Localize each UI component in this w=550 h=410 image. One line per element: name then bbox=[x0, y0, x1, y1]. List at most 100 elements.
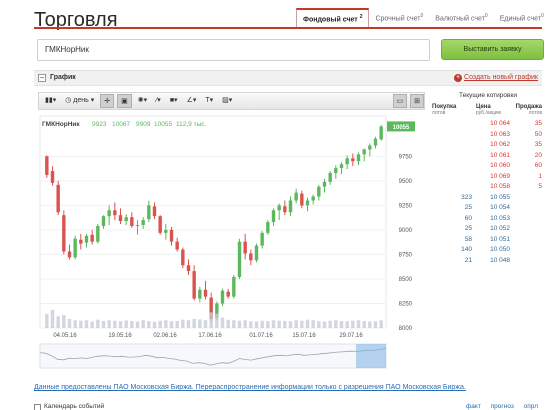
y-tick-label: 8250 bbox=[399, 301, 413, 307]
report-link[interactable]: опрл bbox=[524, 403, 538, 410]
quote-row[interactable]: 10 060 60 bbox=[432, 161, 544, 172]
legend-close: 10055 bbox=[154, 121, 172, 128]
events-toggle[interactable] bbox=[34, 404, 41, 410]
forecast-link[interactable]: прогноз bbox=[491, 403, 514, 410]
buy-subheader: лотов bbox=[432, 110, 446, 116]
volume-bar bbox=[113, 320, 117, 328]
quote-price: 10 062 bbox=[490, 141, 510, 148]
candle-body bbox=[260, 232, 264, 246]
quote-sell: 35 bbox=[534, 120, 542, 127]
collapse-icon[interactable]: − bbox=[38, 74, 46, 82]
legend-high: 10067 bbox=[112, 121, 130, 128]
quote-sell bbox=[510, 224, 542, 235]
account-tabs: Фондовый счет 2 Срочный счет0 Валютный с… bbox=[296, 8, 550, 28]
candle-body bbox=[118, 215, 123, 222]
quote-buy: 60 bbox=[464, 214, 472, 222]
quote-price: 10 055 bbox=[490, 193, 510, 201]
volume-bar bbox=[356, 320, 361, 328]
y-tick-label: 8000 bbox=[399, 326, 413, 332]
quote-sell: 20 bbox=[534, 151, 542, 159]
legend-ticker: ГМКНорНик bbox=[42, 121, 80, 128]
y-tick-label: 9750 bbox=[399, 154, 413, 160]
y-tick-label: 9000 bbox=[399, 228, 413, 234]
candle-body bbox=[113, 210, 117, 216]
volume-bar bbox=[379, 320, 383, 328]
volume-bar bbox=[243, 320, 247, 328]
quote-row[interactable]: 25 10 052 bbox=[432, 224, 544, 235]
x-tick-label: 17.06.16 bbox=[198, 333, 222, 339]
candle-body bbox=[294, 192, 298, 201]
volume-bar bbox=[181, 319, 185, 328]
volume-bar bbox=[288, 321, 293, 328]
quote-buy: 25 bbox=[464, 225, 472, 232]
y-tick-label: 8750 bbox=[399, 252, 413, 258]
quote-row[interactable]: 10 058 5 bbox=[432, 182, 544, 193]
quote-price: 10 048 bbox=[490, 256, 510, 264]
volume-bar bbox=[158, 320, 162, 328]
volume-bar bbox=[198, 319, 202, 328]
current-price-label: 10055 bbox=[393, 125, 410, 131]
tab-currency-account[interactable]: Валютный счет0 bbox=[429, 8, 493, 28]
quote-sell: 35 bbox=[534, 141, 542, 148]
volume-bar bbox=[277, 320, 281, 328]
sell-subheader: лотов bbox=[528, 110, 542, 116]
volume-bar bbox=[220, 317, 225, 328]
events-label: Календарь событий bbox=[44, 403, 105, 410]
volume-bar bbox=[175, 320, 179, 328]
legend-open: 9923 bbox=[92, 121, 107, 128]
quote-row[interactable]: 58 10 051 bbox=[432, 235, 544, 246]
quote-sell: 5 bbox=[538, 183, 542, 190]
candle-body bbox=[232, 276, 236, 297]
price-chart[interactable]: ГМКНорНик 9923 10067 9909 10055 112,9 тыс.975… bbox=[34, 88, 429, 374]
place-order-button[interactable]: Выставить заявку bbox=[441, 39, 544, 60]
tab-stock-account[interactable]: Фондовый счет 2 bbox=[296, 8, 370, 28]
candle-body bbox=[175, 241, 179, 250]
data-source-link[interactable]: Данные предоставлены ПАО Московская Бирж… bbox=[34, 384, 466, 391]
create-chart-link[interactable]: + Создать новый график bbox=[454, 74, 538, 82]
candle-body bbox=[90, 234, 94, 242]
y-tick-label: 9250 bbox=[399, 203, 413, 209]
candle-body bbox=[356, 154, 361, 162]
quote-row[interactable]: 60 10 053 bbox=[432, 214, 544, 225]
volume-bar bbox=[169, 321, 174, 328]
volume-bar bbox=[260, 320, 264, 328]
instrument-search-input[interactable]: ГМКНорНик bbox=[37, 39, 430, 61]
volume-bar bbox=[73, 320, 77, 328]
volume-bar bbox=[101, 320, 106, 328]
candle-body bbox=[311, 196, 315, 201]
quote-row[interactable]: 323 10 055 bbox=[432, 193, 544, 204]
y-tick-label: 9500 bbox=[399, 179, 413, 185]
tab-divider bbox=[34, 27, 542, 29]
candle-body bbox=[169, 229, 174, 242]
candle-body bbox=[164, 229, 168, 233]
quote-sell bbox=[510, 245, 542, 256]
tab-futures-account[interactable]: Срочный счет0 bbox=[369, 8, 429, 28]
quote-row[interactable]: 21 10 048 bbox=[432, 256, 544, 267]
quote-buy bbox=[432, 151, 472, 162]
quote-row[interactable]: 25 10 054 bbox=[432, 203, 544, 214]
quote-buy bbox=[432, 172, 472, 183]
fact-link[interactable]: факт bbox=[466, 403, 481, 410]
quote-row[interactable]: 140 10 050 bbox=[432, 245, 544, 256]
candle-body bbox=[266, 222, 270, 233]
quote-buy: 140 bbox=[461, 246, 472, 253]
quote-row[interactable]: 10 062 35 bbox=[432, 140, 544, 151]
x-tick-label: 02.06.16 bbox=[153, 333, 177, 339]
volume-bar bbox=[192, 318, 196, 328]
legend-volume: 112,9 тыс. bbox=[176, 121, 206, 128]
volume-bar bbox=[203, 320, 208, 328]
chart-panel-header: − График + Создать новый график bbox=[34, 70, 542, 86]
navigator-window bbox=[356, 344, 386, 368]
volume-bar bbox=[300, 320, 304, 328]
quote-price: 10 051 bbox=[490, 235, 510, 243]
quote-row[interactable]: 10 064 35 bbox=[432, 119, 544, 130]
tab-unified-account[interactable]: Единый счет0 bbox=[494, 8, 550, 28]
quote-row[interactable]: 10 063 50 bbox=[432, 130, 544, 141]
y-tick-label: 8500 bbox=[399, 277, 413, 283]
candle-body bbox=[305, 200, 310, 206]
x-tick-label: 15.07.16 bbox=[292, 333, 316, 339]
quote-row[interactable]: 10 061 20 bbox=[432, 151, 544, 162]
quote-row[interactable]: 10 069 1 bbox=[432, 172, 544, 183]
candle-body bbox=[249, 253, 253, 261]
candle-body bbox=[181, 249, 185, 266]
